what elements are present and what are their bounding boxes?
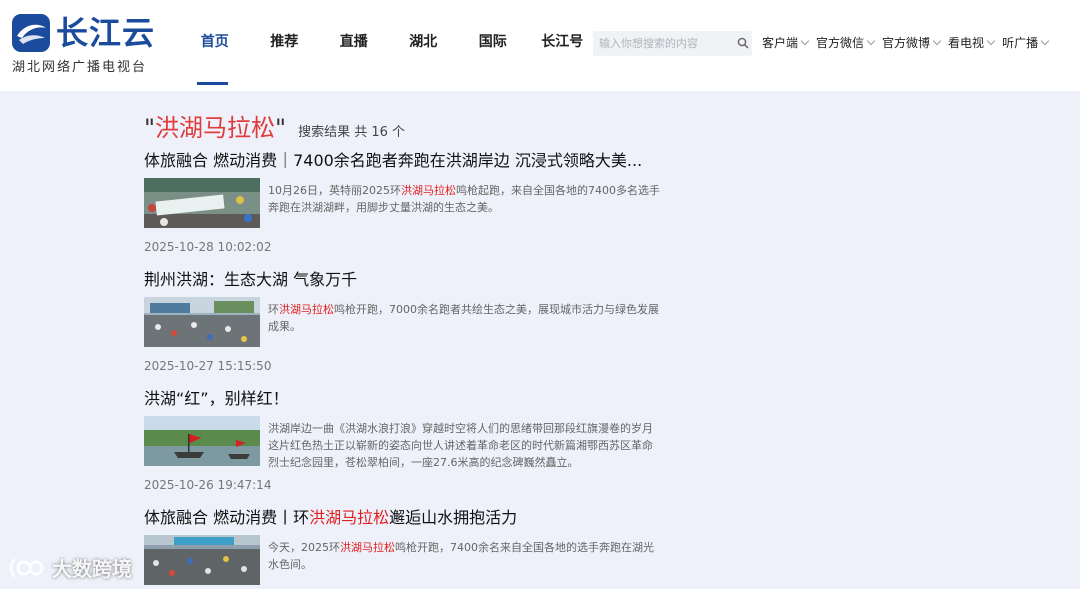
link-wechat[interactable]: 官方微信: [816, 34, 876, 51]
result-summary: 今天，2025环洪湖马拉松鸣枪开跑，7400余名来自全国各地的选手奔跑在湖光水色…: [268, 541, 654, 571]
result-thumbnail[interactable]: [144, 297, 260, 347]
chevron-down-icon: [1040, 36, 1050, 45]
site-header: 长江云 湖北网络广播电视台 首页 推荐 直播 湖北 国际 长江号 客户端 官方微…: [0, 0, 1080, 91]
nav-item-hubei[interactable]: 湖北: [389, 0, 459, 91]
result-body: 环洪湖马拉松鸣枪开跑，7000余名跑者共绘生态之美，展现城市活力与绿色发展成果。: [144, 297, 664, 347]
watermark: 大数跨境: [8, 553, 132, 582]
result-thumbnail[interactable]: [144, 416, 260, 466]
result-date: 2025-10-26 19:47:14: [144, 478, 272, 492]
result-item: 体旅融合 燃动消费｜7400余名跑者奔跑在洪湖岸边 沉浸式领略大美... 10月…: [144, 149, 664, 254]
watermark-logo-icon: [9, 558, 44, 577]
link-client[interactable]: 客户端: [762, 34, 810, 51]
result-title[interactable]: 荆州洪湖：生态大湖 气象万千: [144, 268, 664, 292]
result-summary: 10月26日，英特丽2025环洪湖马拉松鸣枪起跑，来自全国各地的7400多名选手…: [268, 184, 660, 214]
chevron-down-icon: [986, 36, 996, 45]
result-title[interactable]: 体旅融合 燃动消费｜7400余名跑者奔跑在洪湖岸边 沉浸式领略大美...: [144, 149, 664, 173]
brand-subtitle: 湖北网络广播电视台: [12, 60, 148, 75]
nav-item-international[interactable]: 国际: [458, 0, 528, 91]
link-radio[interactable]: 听广播: [1002, 34, 1050, 51]
result-item: 洪湖“红”，别样红！ 洪湖岸边一曲《洪湖水浪打浪》穿越时空将人们的思绪带回那段红…: [144, 387, 664, 492]
nav-item-changjianghao[interactable]: 长江号: [528, 0, 598, 91]
result-date: 2025-10-28 10:02:02: [144, 240, 272, 254]
link-weibo[interactable]: 官方微博: [882, 34, 942, 51]
result-body: 今天，2025环洪湖马拉松鸣枪开跑，7400余名来自全国各地的选手奔跑在湖光水色…: [144, 535, 664, 585]
search-keyword: "洪湖马拉松": [144, 114, 287, 142]
search-box: [593, 31, 752, 56]
result-date: 2025-10-27 15:15:50: [144, 359, 272, 373]
nav-item-live[interactable]: 直播: [319, 0, 389, 91]
result-item: 荆州洪湖：生态大湖 气象万千 环洪湖马拉松鸣枪开跑，7000余名跑者共绘生态之美…: [144, 268, 664, 373]
search-icon[interactable]: [737, 37, 749, 49]
result-summary: 环洪湖马拉松鸣枪开跑，7000余名跑者共绘生态之美，展现城市活力与绿色发展成果。: [268, 303, 659, 333]
chevron-down-icon: [866, 36, 876, 45]
search-results: "洪湖马拉松" 搜索结果 共 16 个 体旅融合 燃动消费｜7400余名跑者奔跑…: [144, 108, 664, 585]
chevron-down-icon: [932, 36, 942, 45]
result-summary: 洪湖岸边一曲《洪湖水浪打浪》穿越时空将人们的思绪带回那段红旗漫卷的岁月这片红色热…: [268, 422, 653, 469]
brand-name: 长江云: [56, 14, 156, 52]
header-links: 客户端 官方微信 官方微博 看电视 听广播: [762, 34, 1056, 51]
result-body: 洪湖岸边一曲《洪湖水浪打浪》穿越时空将人们的思绪带回那段红旗漫卷的岁月这片红色热…: [144, 416, 664, 469]
search-input[interactable]: [599, 35, 727, 52]
result-body: 10月26日，英特丽2025环洪湖马拉松鸣枪起跑，来自全国各地的7400多名选手…: [144, 178, 664, 228]
result-thumbnail[interactable]: [144, 178, 260, 228]
logo-mark-icon: [12, 14, 50, 52]
result-title[interactable]: 洪湖“红”，别样红！: [144, 387, 664, 411]
results-header: "洪湖马拉松" 搜索结果 共 16 个: [144, 108, 664, 144]
site-logo[interactable]: 长江云 湖北网络广播电视台: [12, 14, 162, 75]
result-item: 体旅融合 燃动消费丨环洪湖马拉松邂逅山水拥抱活力 今天，2025环洪湖马拉松鸣枪…: [144, 506, 664, 585]
result-count: 搜索结果 共 16 个: [298, 125, 406, 140]
main-nav: 首页 推荐 直播 湖北 国际 长江号: [180, 0, 597, 91]
result-title[interactable]: 体旅融合 燃动消费丨环洪湖马拉松邂逅山水拥抱活力: [144, 506, 664, 530]
chevron-down-icon: [800, 36, 810, 45]
result-thumbnail[interactable]: [144, 535, 260, 585]
nav-item-recommend[interactable]: 推荐: [250, 0, 320, 91]
nav-item-home[interactable]: 首页: [180, 0, 250, 91]
link-tv[interactable]: 看电视: [948, 34, 996, 51]
